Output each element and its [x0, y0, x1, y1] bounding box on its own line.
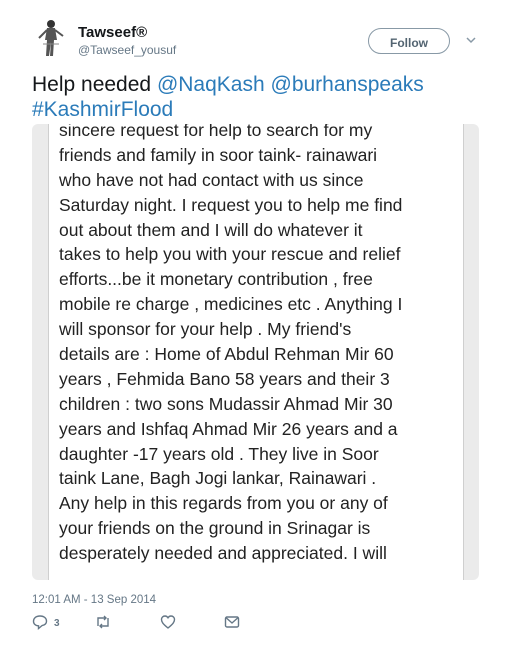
image-text-line: will sponsor for your help . My friend's — [59, 319, 352, 340]
heart-icon — [160, 614, 176, 630]
image-text-line: mobile re charge , medicines etc . Anyth… — [59, 294, 403, 315]
image-text-line: Any help in this regards from you or any… — [59, 493, 388, 514]
reply-icon — [32, 614, 48, 630]
image-text-line: Saturday night. I request you to help me… — [59, 194, 403, 215]
image-text-line: children : two sons Mudassir Ahmad Mir 3… — [59, 393, 393, 414]
image-text-line: out about them and I will do whatever it — [59, 219, 363, 240]
envelope-icon — [224, 614, 240, 630]
image-text-line: sincere request for help to search for m… — [59, 124, 373, 140]
user-handle[interactable]: @Tawseef_yousuf — [78, 43, 176, 57]
image-text-line: your friends on the ground in Srinagar i… — [59, 518, 371, 539]
mention-naqkash[interactable]: @NaqKash — [157, 73, 265, 96]
image-text-line: details are : Home of Abdul Rehman Mir 6… — [59, 344, 394, 365]
image-text-line: friends and family in soor taink- rainaw… — [59, 144, 378, 165]
image-text-line: takes to help you with your rescue and r… — [59, 244, 401, 265]
hashtag-kashmirflood[interactable]: #KashmirFlood — [32, 98, 173, 121]
tweet-actions: 3 — [32, 614, 252, 634]
avatar-figure-icon — [33, 18, 69, 58]
tweet-text: Help needed @NaqKash @burhanspeaks #Kashm… — [32, 72, 492, 122]
follow-button[interactable]: Follow — [368, 28, 450, 54]
display-name[interactable]: Tawseef® — [78, 24, 147, 41]
image-text-line: daughter -17 years old . They live in So… — [59, 443, 379, 464]
image-text: sincere request for help to search for m… — [59, 124, 463, 566]
tweet-image[interactable]: sincere request for help to search for m… — [32, 124, 479, 580]
image-text-line: years , Fehmida Bano 58 years and their … — [59, 368, 390, 389]
image-page: sincere request for help to search for m… — [48, 124, 464, 580]
retweet-icon — [94, 614, 112, 630]
reply-button[interactable]: 3 — [32, 614, 60, 634]
avatar[interactable] — [33, 18, 69, 58]
retweet-button[interactable] — [94, 614, 112, 634]
chevron-down-icon[interactable] — [464, 33, 478, 47]
tweet-timestamp[interactable]: 12:01 AM - 13 Sep 2014 — [32, 594, 156, 606]
image-text-line: taink Lane, Bagh Jogi lankar, Rainawari … — [59, 468, 377, 489]
like-button[interactable] — [160, 614, 176, 634]
reply-count: 3 — [54, 618, 60, 629]
image-text-line: efforts...be it monetary contribution , … — [59, 269, 373, 290]
tweet-prefix: Help needed — [32, 73, 157, 96]
mention-burhanspeaks[interactable]: @burhanspeaks — [271, 73, 424, 96]
image-text-line: desperately needed and appreciated. I wi… — [59, 543, 387, 564]
direct-message-button[interactable] — [224, 614, 240, 634]
tweet-header: Tawseef® @Tawseef_yousuf Follow — [0, 0, 510, 70]
image-text-line: years and Ishfaq Ahmad Mir 26 years and … — [59, 418, 398, 439]
image-text-line: who have not had contact with us since — [59, 169, 364, 190]
